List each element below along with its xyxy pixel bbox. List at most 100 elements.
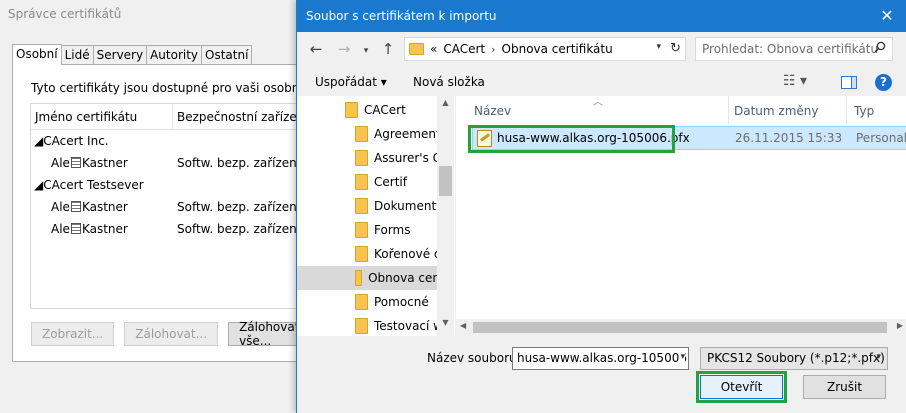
address-bar[interactable]: « CACert › Obnova certifikátu ▾ ↻: [404, 37, 686, 61]
folder-icon: [355, 150, 368, 166]
view-button[interactable]: Zobrazit...: [31, 322, 115, 346]
collapse-triangle-icon[interactable]: ◢: [34, 134, 43, 148]
breadcrumb-separator-icon: ›: [491, 42, 496, 56]
dialog-title: Soubor s certifikátem k importu: [306, 9, 497, 23]
window-title: Správce certifikátů: [8, 7, 122, 21]
folder-icon: [355, 222, 368, 238]
refresh-icon[interactable]: ↻: [670, 41, 681, 56]
device-cell: Softw. bezp. zařízení: [177, 222, 301, 236]
column-header-name[interactable]: Název: [474, 104, 511, 118]
certificate-list[interactable]: Jméno certifikátu Bezpečnostní zařízení …: [30, 103, 320, 309]
folder-tree[interactable]: CACert Agreement Assurer's Ch Certif Dok…: [297, 96, 455, 336]
file-row-selected[interactable]: husa-www.alkas.org-105006.pfx 26.11.2015…: [472, 126, 906, 150]
tree-item-label: Testovací w: [374, 319, 443, 333]
list-group-row[interactable]: ◢CAcert Inc.: [31, 130, 319, 152]
scrollbar-thumb[interactable]: [439, 166, 452, 196]
panel-buttons: Zobrazit... Zálohovat... Zálohovat vše..…: [31, 320, 321, 348]
tab-authorities[interactable]: Autority: [146, 45, 203, 64]
folder-icon: [355, 174, 368, 190]
folder-icon: [355, 246, 368, 262]
file-type: Personal I: [856, 131, 906, 145]
glyph-icon: [70, 201, 81, 212]
filename-input[interactable]: husa-www.alkas.org-105006. ▾: [512, 347, 689, 370]
file-list[interactable]: ︿ Název Datum změny Typ husa-www.alkas.o…: [456, 96, 906, 336]
search-placeholder: Prohledat: Obnova certifikátu: [702, 42, 879, 56]
help-icon[interactable]: ?: [875, 74, 892, 91]
tab-other[interactable]: Ostatní: [201, 45, 253, 64]
folder-icon: [355, 126, 368, 142]
scroll-up-icon[interactable]: ▲: [437, 98, 454, 114]
file-date: 26.11.2015 15:33: [735, 131, 843, 145]
search-input[interactable]: Prohledat: Obnova certifikátu: [695, 37, 893, 61]
sort-ascending-icon: ︿: [593, 97, 603, 108]
cert-name-part: Ale: [51, 222, 70, 236]
command-bar: Uspořádat ▾ Nová složka ☷ ▾ ?: [297, 68, 906, 96]
scroll-right-icon[interactable]: ▶: [897, 321, 903, 330]
forward-arrow-icon[interactable]: →: [335, 40, 353, 58]
address-dropdown-icon[interactable]: ▾: [656, 42, 661, 52]
cert-name-part: Kastner: [81, 200, 128, 214]
organize-button[interactable]: Uspořádat ▾: [315, 75, 387, 89]
chevron-down-icon[interactable]: ▾: [876, 352, 881, 362]
glyph-icon: [70, 157, 81, 168]
view-options-icon[interactable]: ☷ ▾: [783, 73, 807, 89]
column-header-type[interactable]: Typ: [854, 104, 874, 118]
filetype-select[interactable]: PKCS12 Soubory (*.p12;*.pfx) ▾: [700, 347, 888, 370]
tab-strip: Osobní Lidé Servery Autority Ostatní: [12, 44, 253, 65]
cert-name-part: Kastner: [81, 222, 128, 236]
new-folder-button[interactable]: Nová složka: [413, 75, 485, 89]
tree-scrollbar[interactable]: ▲ ▼: [437, 96, 454, 336]
scroll-down-icon[interactable]: ▼: [437, 318, 454, 334]
list-item[interactable]: Ale Kastner Softw. bezp. zařízení: [31, 218, 319, 240]
tree-item-label: Obnova cert: [368, 271, 442, 285]
dialog-titlebar[interactable]: Soubor s certifikátem k importu ✕: [297, 0, 906, 32]
folder-icon: [355, 198, 368, 214]
folder-icon: [345, 102, 358, 118]
tree-item-label: CACert: [364, 103, 406, 117]
recent-locations-chevron-icon[interactable]: ▾: [357, 42, 375, 60]
filetype-value: PKCS12 Soubory (*.p12;*.pfx): [707, 351, 885, 365]
certificate-file-icon: [477, 129, 492, 147]
address-overflow[interactable]: «: [430, 42, 437, 56]
column-header-name[interactable]: Jméno certifikátu: [31, 104, 173, 129]
file-list-header: ︿ Název Datum změny Typ: [456, 96, 906, 124]
tree-item-selected[interactable]: Obnova cert: [297, 266, 442, 290]
group-name: CAcert Testsever: [43, 178, 144, 192]
breadcrumb-current[interactable]: Obnova certifikátu: [502, 42, 613, 56]
tree-item-label: Certif: [374, 175, 407, 189]
folder-icon: [355, 294, 368, 310]
list-item[interactable]: Ale Kastner Softw. bezp. zařízení: [31, 196, 319, 218]
device-cell: Softw. bezp. zařízení: [177, 156, 301, 170]
cert-name-part: Kastner: [81, 156, 128, 170]
breadcrumb-cacert[interactable]: CACert: [443, 42, 485, 56]
cert-name-part: Ale: [51, 200, 70, 214]
cancel-button[interactable]: Zrušit: [803, 375, 886, 399]
column-header-device[interactable]: Bezpečnostní zařízení: [173, 104, 312, 129]
certificate-manager-window: Správce certifikátů Osobní Lidé Servery …: [0, 0, 332, 413]
chevron-down-icon[interactable]: ▾: [680, 352, 685, 362]
backup-button[interactable]: Zálohovat...: [124, 322, 219, 346]
tab-people[interactable]: Lidé: [60, 45, 94, 64]
search-icon: [874, 41, 886, 53]
tree-item-label: Dokumenty: [374, 199, 444, 213]
close-icon[interactable]: ✕: [877, 6, 897, 26]
up-arrow-icon[interactable]: ↑: [379, 40, 397, 58]
preview-pane-icon[interactable]: [841, 76, 857, 89]
back-arrow-icon[interactable]: ←: [307, 40, 325, 58]
open-button[interactable]: Otevřít: [700, 375, 783, 399]
collapse-triangle-icon[interactable]: ◢: [34, 178, 43, 192]
tab-personal[interactable]: Osobní: [12, 44, 62, 65]
tree-item-label: Pomocné: [374, 295, 429, 309]
list-group-row[interactable]: ◢CAcert Testsever: [31, 174, 319, 196]
scrollbar-thumb[interactable]: [473, 322, 887, 333]
device-cell: Softw. bezp. zařízení: [177, 200, 301, 214]
file-name: husa-www.alkas.org-105006.pfx: [497, 131, 690, 145]
file-list-hscrollbar[interactable]: ◀ ▶: [456, 319, 906, 336]
filename-value: husa-www.alkas.org-105006.: [517, 351, 689, 365]
tab-servers[interactable]: Servery: [92, 45, 148, 64]
tree-item-label: Agreement: [374, 127, 441, 141]
list-item[interactable]: Ale Kastner Softw. bezp. zařízení: [31, 152, 319, 174]
column-header-date[interactable]: Datum změny: [734, 104, 819, 118]
scroll-left-icon[interactable]: ◀: [460, 321, 466, 330]
tree-item-label: Forms: [374, 223, 411, 237]
